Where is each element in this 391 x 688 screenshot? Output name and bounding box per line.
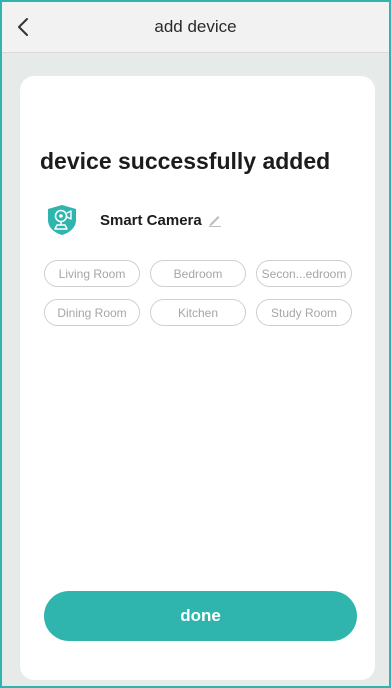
success-headline: device successfully added — [40, 148, 331, 174]
page-title: add device — [154, 17, 237, 36]
room-chip-dining-room[interactable]: Dining Room — [44, 299, 140, 326]
app-frame: add device device successfully added Sma… — [0, 0, 391, 688]
done-button[interactable]: done — [44, 591, 357, 641]
room-row: Living Room Bedroom Secon...edroom — [44, 260, 364, 287]
room-chip-living-room[interactable]: Living Room — [44, 260, 140, 287]
room-selector: Living Room Bedroom Secon...edroom Dinin… — [44, 260, 364, 338]
back-button[interactable] — [8, 12, 38, 42]
chevron-left-icon — [18, 18, 28, 36]
room-chip-second-bedroom[interactable]: Secon...edroom — [256, 260, 352, 287]
device-row: Smart Camera — [46, 204, 222, 236]
room-row: Dining Room Kitchen Study Room — [44, 299, 364, 326]
device-name: Smart Camera — [100, 211, 202, 229]
room-chip-kitchen[interactable]: Kitchen — [150, 299, 246, 326]
room-chip-bedroom[interactable]: Bedroom — [150, 260, 246, 287]
content-card: device successfully added Smart Camera L… — [20, 76, 375, 680]
room-chip-study-room[interactable]: Study Room — [256, 299, 352, 326]
top-bar: add device — [2, 2, 389, 53]
camera-shield-icon — [48, 205, 76, 235]
pencil-icon[interactable] — [208, 213, 222, 227]
